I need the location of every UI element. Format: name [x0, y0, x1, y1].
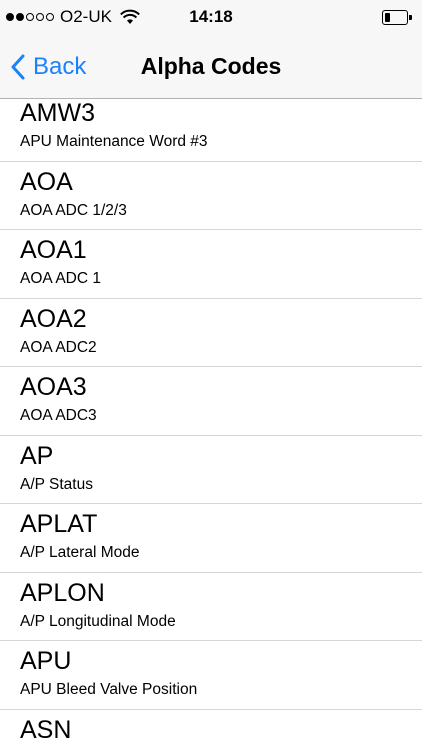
list-item[interactable]: APLON A/P Longitudinal Mode — [0, 573, 422, 641]
item-description: AOA ADC 1 — [20, 270, 101, 287]
item-code: ASN — [20, 715, 72, 744]
item-description: AOA ADC 1/2/3 — [20, 201, 127, 219]
list-item[interactable]: APLAT A/P Lateral Mode — [0, 504, 422, 573]
item-description: AOA ADC2 — [20, 338, 97, 356]
navigation-bar: Back Alpha Codes — [0, 34, 422, 99]
alpha-codes-list[interactable]: AMW3 APU Maintenance Word #3 AOA AOA ADC… — [0, 99, 422, 750]
battery-tip — [409, 15, 412, 20]
list-content: AMW3 APU Maintenance Word #3 AOA AOA ADC… — [0, 99, 422, 750]
item-code: APLON — [20, 578, 105, 607]
item-code: APLAT — [20, 510, 98, 538]
status-time: 14:18 — [189, 7, 233, 26]
list-item[interactable]: AOA3 AOA ADC3 — [0, 367, 422, 436]
list-item[interactable]: ASN — [0, 710, 422, 750]
item-description: A/P Lateral Mode — [20, 544, 140, 561]
item-code: AOA1 — [20, 236, 87, 264]
item-description: APU Bleed Valve Position — [20, 681, 198, 698]
item-code: AOA2 — [20, 304, 87, 333]
battery-level — [385, 13, 390, 22]
item-code: AMW3 — [20, 99, 95, 127]
list-item[interactable]: AOA2 AOA ADC2 — [0, 299, 422, 367]
item-code: AP — [20, 441, 54, 470]
status-bar: O2-UK 14:18 — [0, 0, 422, 34]
item-code: AOA3 — [20, 373, 87, 401]
list-item[interactable]: APU APU Bleed Valve Position — [0, 641, 422, 710]
item-description: APU Maintenance Word #3 — [20, 133, 208, 150]
battery-low-icon — [382, 10, 412, 25]
list-item[interactable]: AMW3 APU Maintenance Word #3 — [0, 99, 422, 162]
list-item[interactable]: AOA AOA ADC 1/2/3 — [0, 162, 422, 230]
screen: O2-UK 14:18 Back Alpha Codes AMW3 APU Ma… — [0, 0, 422, 750]
item-code: APU — [20, 647, 72, 675]
item-code: AOA — [20, 167, 73, 196]
item-description: AOA ADC3 — [20, 407, 97, 424]
item-description: A/P Status — [20, 475, 93, 493]
list-item[interactable]: AP A/P Status — [0, 436, 422, 504]
item-description: A/P Longitudinal Mode — [20, 612, 176, 630]
list-item[interactable]: AOA1 AOA ADC 1 — [0, 230, 422, 299]
page-title: Alpha Codes — [140, 53, 282, 79]
